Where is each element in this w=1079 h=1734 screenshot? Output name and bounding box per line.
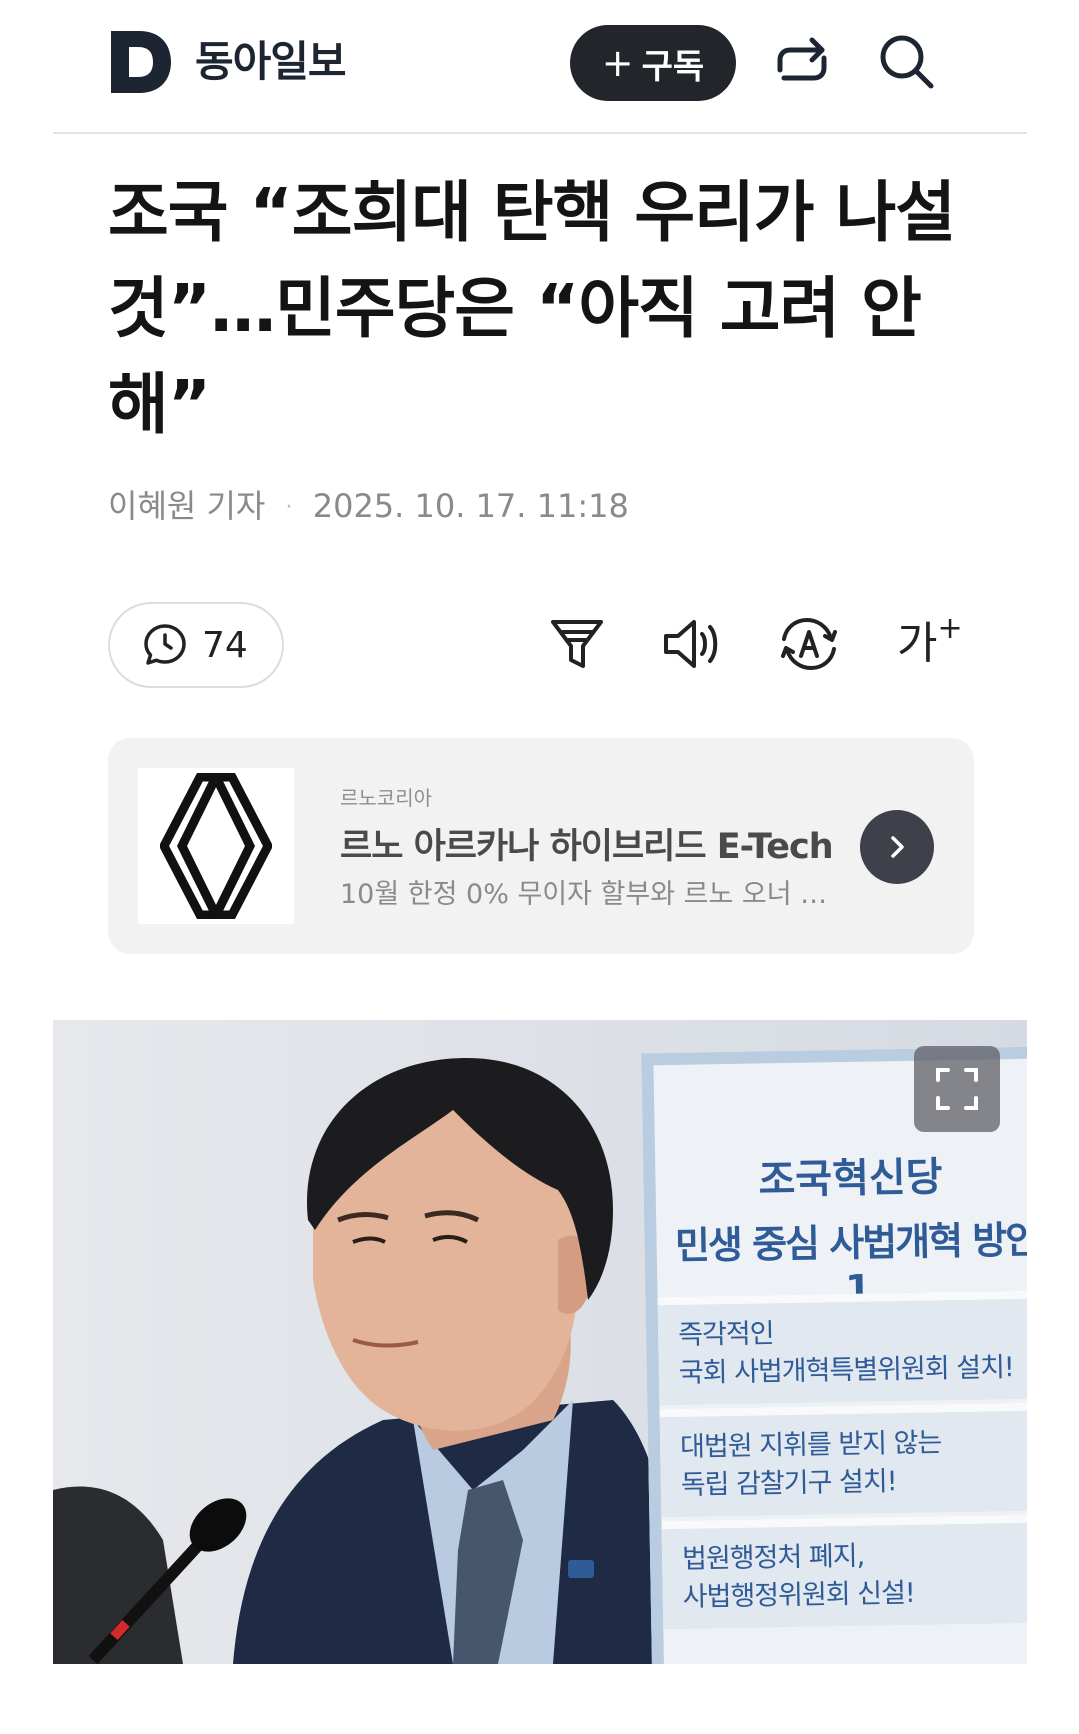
publish-date: 2025. 10. 17. 11:18 xyxy=(312,487,629,525)
ad-banner[interactable]: 르노코리아 르노 아르카나 하이브리드 E-Tech 10월 한정 0% 무이자… xyxy=(108,738,974,954)
article-headline: 조국 “조희대 탄핵 우리가 나설 것”…민주당은 “아직 고려 안 해” xyxy=(108,174,956,443)
summary-filter-icon[interactable] xyxy=(545,612,609,676)
plus-icon: + xyxy=(601,41,634,85)
board-item: 대법원 지휘를 받지 않는 독립 감찰기구 설치! xyxy=(659,1402,1027,1518)
ad-description: 10월 한정 0% 무이자 할부와 르노 오너 … xyxy=(340,879,828,910)
expand-icon xyxy=(936,1068,978,1110)
share-icon[interactable] xyxy=(770,30,834,94)
ad-arrow-button[interactable] xyxy=(860,810,934,884)
logo-text[interactable]: 동아일보 xyxy=(195,36,347,88)
search-icon[interactable] xyxy=(875,30,939,94)
byline: 이혜원 기자 · 2025. 10. 17. 11:18 xyxy=(108,484,629,530)
article-photo[interactable]: 조국혁신당 민생 중심 사법개혁 방안1 즉각적인 국회 사법개혁특별위원회 설… xyxy=(53,1020,1027,1664)
comment-button[interactable]: 74 xyxy=(108,602,284,688)
renault-logo xyxy=(138,768,294,924)
presentation-board: 조국혁신당 민생 중심 사법개혁 방안1 즉각적인 국회 사법개혁특별위원회 설… xyxy=(641,1046,1027,1664)
font-size-icon[interactable]: 가+ xyxy=(897,611,977,676)
comment-count: 74 xyxy=(202,624,248,666)
translate-icon[interactable] xyxy=(777,612,841,676)
board-item: 즉각적인 국회 사법개혁특별위원회 설치! xyxy=(657,1290,1027,1406)
chevron-right-icon xyxy=(891,836,904,858)
logo-d-icon[interactable] xyxy=(109,29,173,95)
font-size-glyph: 가 xyxy=(897,618,938,669)
board-item: 법원행정처 폐지, 사법행정위원회 신설! xyxy=(661,1514,1027,1630)
comment-icon xyxy=(144,624,186,665)
top-header: 동아일보 + 구독 xyxy=(53,0,1027,134)
author-name[interactable]: 이혜원 기자 xyxy=(108,487,265,525)
byline-separator: · xyxy=(285,495,293,520)
ad-title: 르노 아르카나 하이브리드 E-Tech xyxy=(340,827,834,867)
ad-advertiser: 르노코리아 xyxy=(340,786,432,810)
font-size-plus: + xyxy=(937,611,963,646)
fullscreen-button[interactable] xyxy=(914,1046,1000,1132)
board-title: 조국혁신당 xyxy=(758,1154,943,1204)
subscribe-button[interactable]: + 구독 xyxy=(570,25,736,101)
audio-speaker-icon[interactable] xyxy=(660,612,724,676)
subscribe-label: 구독 xyxy=(641,46,705,87)
